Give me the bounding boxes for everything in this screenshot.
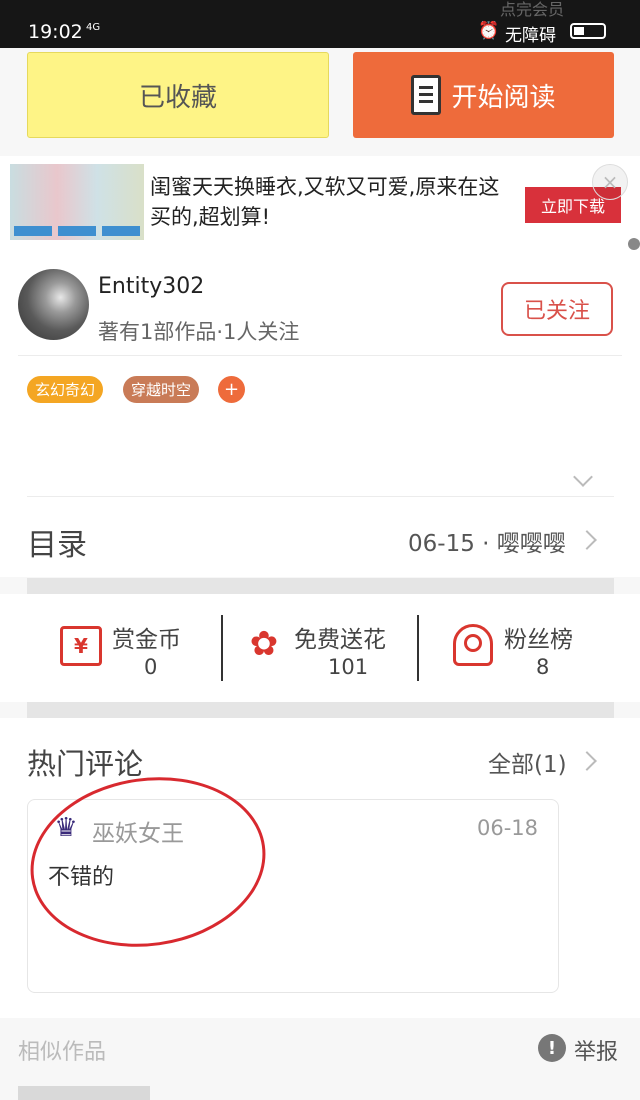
network-indicator: 4G [86, 22, 101, 33]
comments-title: 热门评论 [27, 747, 144, 781]
flower-icon[interactable]: ✿ [247, 623, 281, 665]
money-envelope-icon[interactable]: ¥ [60, 626, 102, 666]
start-reading-button[interactable]: 开始阅读 [353, 52, 614, 138]
similar-works-title: 相似作品 [18, 1040, 107, 1065]
report-icon[interactable]: ! [538, 1034, 566, 1062]
alarm-icon: ⏰ [478, 21, 500, 41]
toc-latest-chapter[interactable]: 06-15 · 嘤嘤嘤 [408, 524, 566, 558]
divider [18, 355, 622, 356]
comment-date: 06-18 [477, 816, 539, 840]
accessibility-label: 无障碍 [505, 26, 556, 46]
favorited-label: 已收藏 [138, 82, 217, 113]
ad-close-icon[interactable]: × [592, 164, 628, 200]
divider [221, 615, 223, 681]
tag-fantasy[interactable]: 玄幻奇幻 [27, 376, 104, 403]
follow-button[interactable]: 已关注 [501, 282, 613, 336]
similar-work-thumbnail[interactable] [18, 1086, 150, 1100]
ad-mark-icon [628, 238, 640, 250]
medal-icon[interactable] [453, 624, 493, 666]
fans-label[interactable]: 粉丝榜 [504, 620, 573, 654]
section-separator [27, 702, 614, 718]
tag-time-travel[interactable]: 穿越时空 [123, 376, 200, 403]
fans-value: 8 [536, 655, 550, 679]
flower-value: 101 [328, 655, 369, 679]
all-comments-link[interactable]: 全部(1) [488, 745, 567, 779]
toc-title: 目录 [27, 528, 87, 563]
status-time: 19:02 [28, 21, 83, 43]
favorited-button[interactable]: 已收藏 [27, 52, 329, 138]
reward-value: 0 [144, 655, 158, 679]
status-bar: 点完会员 19:02 4G 无障碍 ⏰ [0, 0, 640, 48]
author-meta: 著有1部作品·1人关注 [98, 320, 300, 344]
battery-icon [570, 23, 606, 39]
section-separator [27, 578, 614, 594]
status-ghost-text: 点完会员 [500, 0, 565, 19]
reward-label[interactable]: 赏金币 [112, 620, 181, 654]
author-avatar[interactable] [18, 269, 89, 340]
report-button[interactable]: 举报 [574, 1034, 618, 1066]
ad-image [10, 164, 144, 240]
author-name[interactable]: Entity302 [98, 274, 204, 299]
book-icon [411, 75, 442, 115]
add-tag-button[interactable]: + [218, 376, 245, 403]
start-reading-label: 开始阅读 [451, 82, 556, 113]
flower-label[interactable]: 免费送花 [294, 620, 386, 654]
divider [417, 615, 419, 681]
ad-text: 闺蜜天天换睡衣,又软又可爱,原来在这买的,超划算! [150, 175, 500, 229]
